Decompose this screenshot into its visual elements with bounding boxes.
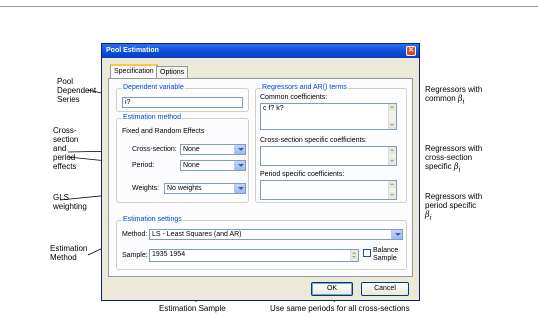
chevron-down-icon[interactable] bbox=[234, 161, 245, 170]
callout-regressors-cross-section: Regressors with cross-section specific βi bbox=[425, 144, 483, 174]
chevron-down-icon[interactable] bbox=[234, 184, 245, 193]
scrollbar[interactable] bbox=[388, 104, 396, 129]
callout-estimation-sample: Estimation Sample bbox=[159, 304, 226, 313]
ok-button[interactable]: OK bbox=[311, 282, 353, 296]
method-label: Method: bbox=[122, 231, 148, 238]
period-label: Period: bbox=[132, 162, 155, 169]
fixed-random-label: Fixed and Random Effects bbox=[122, 128, 205, 135]
chevron-down-icon[interactable] bbox=[391, 230, 402, 239]
balance-sample-checkbox[interactable] bbox=[363, 249, 371, 257]
callout-same-periods: Use same periods for all cross-sections bbox=[270, 304, 410, 313]
weights-label: Weights: bbox=[132, 185, 160, 192]
callout-cross-section-period-effects: Cross-section and period effects bbox=[53, 126, 79, 171]
callout-regressors-period: Regressors with period specific βi bbox=[425, 192, 483, 222]
period-specific-label: Period specific coefficients: bbox=[260, 171, 345, 178]
dependent-variable-group: Dependent variable i? bbox=[116, 84, 249, 112]
chevron-down-icon[interactable] bbox=[234, 145, 245, 154]
tab-options[interactable]: Options bbox=[156, 66, 189, 78]
estimation-settings-group: Estimation settings Method: LS - Least S… bbox=[116, 216, 407, 270]
period-specific-input[interactable] bbox=[260, 180, 397, 200]
balance-sample-label: Balance Sample bbox=[373, 247, 399, 262]
scrollbar[interactable] bbox=[350, 250, 358, 261]
cross-section-effects-select[interactable]: None bbox=[180, 144, 246, 155]
callout-regressors-common: Regressors with common βi bbox=[425, 85, 483, 106]
weights-select[interactable]: No weights bbox=[164, 183, 246, 194]
dependent-variable-input[interactable]: i? bbox=[122, 97, 243, 108]
sample-label: Sample: bbox=[122, 252, 148, 259]
callout-pool-dependent-series: Pool Dependent Series bbox=[57, 77, 97, 104]
cross-section-specific-label: Cross-section specific coefficients: bbox=[260, 137, 367, 144]
top-rule bbox=[0, 6, 538, 7]
cross-section-label: Cross-section: bbox=[132, 146, 177, 153]
regressors-group: Regressors and AR() terms Common coeffic… bbox=[255, 84, 407, 203]
period-effects-select[interactable]: None bbox=[180, 160, 246, 171]
common-coefficients-label: Common coefficients: bbox=[260, 94, 328, 101]
estimation-method-title: Estimation method bbox=[122, 114, 182, 122]
specification-panel: Dependent variable i? Estimation method … bbox=[108, 78, 413, 277]
close-icon[interactable]: ✕ bbox=[406, 46, 416, 56]
callout-gls-weighting: GLS weighting bbox=[53, 193, 87, 211]
cross-section-specific-input[interactable] bbox=[260, 146, 397, 166]
estimation-settings-title: Estimation settings bbox=[122, 216, 183, 224]
dependent-variable-title: Dependent variable bbox=[122, 84, 185, 92]
estimation-method-group: Estimation method Fixed and Random Effec… bbox=[116, 114, 249, 203]
sample-input[interactable]: 1935 1954 bbox=[149, 249, 359, 262]
scrollbar[interactable] bbox=[388, 181, 396, 199]
callout-estimation-method: Estimation Method bbox=[50, 244, 88, 262]
scrollbar[interactable] bbox=[388, 147, 396, 165]
cancel-button[interactable]: Cancel bbox=[361, 282, 409, 296]
dialog-title[interactable]: Pool Estimation bbox=[102, 44, 419, 58]
regressors-title: Regressors and AR() terms bbox=[261, 84, 348, 92]
method-select[interactable]: LS - Least Squares (and AR) bbox=[149, 229, 403, 240]
pool-estimation-dialog: Pool Estimation ✕ Specification Options … bbox=[101, 43, 420, 301]
common-coefficients-input[interactable]: c f? k? bbox=[260, 103, 397, 130]
tab-specification[interactable]: Specification bbox=[110, 64, 158, 79]
